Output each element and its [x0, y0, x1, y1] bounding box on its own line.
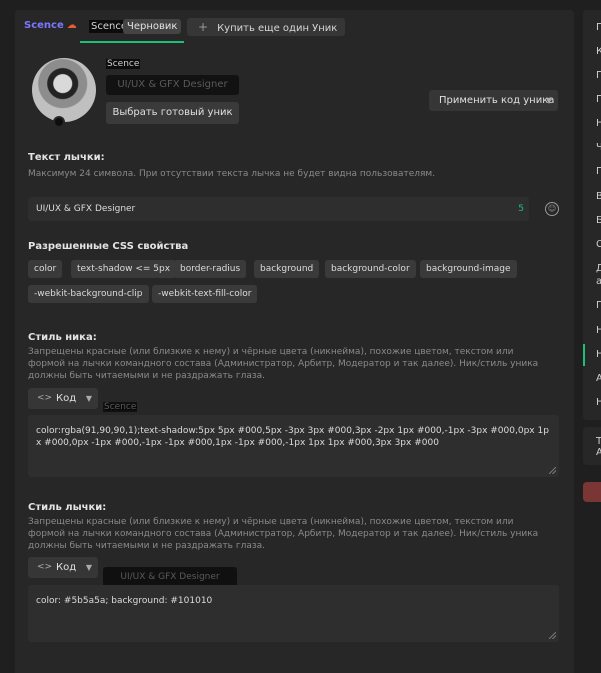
resize-handle[interactable]	[549, 467, 556, 474]
css-props-label: Разрешенные CSS свойства	[28, 241, 189, 252]
nick-style-preview: Scence	[103, 402, 138, 412]
nick-style-label: Стиль ника:	[28, 332, 97, 343]
plus-icon: +	[198, 20, 209, 34]
sidebar-item[interactable]: Ч	[596, 142, 601, 153]
badge-text-label: Текст лычки:	[28, 152, 105, 163]
chevron-down-icon: ▼	[85, 394, 92, 403]
unique-editor-panel: Scence ☁ Scence Черновик + Купить еще один…	[15, 10, 574, 673]
badge-style-label: Стиль лычки:	[28, 502, 107, 513]
emoji-icon[interactable]: ☺	[545, 202, 559, 216]
sidebar-card: Т А	[583, 427, 601, 465]
sidebar-item[interactable]: П	[596, 70, 601, 81]
logo: Scence ☁	[24, 20, 77, 31]
code-icon: <>	[37, 393, 53, 403]
css-prop-chip: background-color	[325, 260, 416, 278]
chevron-down-icon: ▼	[85, 563, 92, 572]
sidebar-item[interactable]: Н	[596, 349, 601, 360]
css-prop-chip: color	[28, 260, 63, 278]
avatar[interactable]	[32, 58, 96, 122]
apply-unique-code-button[interactable]: Применить код уника ▼	[429, 90, 558, 111]
nick-style-code-input[interactable]: color:rgba(91,90,90,1);text-shadow:5px 5…	[28, 415, 559, 477]
sidebar-item[interactable]: а	[596, 276, 601, 287]
sidebar-item[interactable]: А	[596, 373, 601, 384]
sidebar-item[interactable]: В	[596, 191, 601, 202]
badge-code-toggle[interactable]: <> Код ▼	[28, 557, 98, 578]
soundcloud-icon: ☁	[66, 20, 77, 31]
sidebar-item[interactable]: Н	[596, 397, 601, 408]
css-prop-chip: background	[254, 260, 320, 278]
sidebar-item[interactable]: Д	[596, 263, 601, 274]
sidebar-item[interactable]: П	[596, 22, 601, 33]
sidebar-item[interactable]: Б	[596, 215, 601, 226]
sidebar-item[interactable]: К	[596, 46, 601, 57]
user-title-preview: UI/UX & GFX Designer	[106, 75, 239, 95]
resize-handle[interactable]	[549, 632, 556, 639]
tab-draft[interactable]: Scence Черновик	[80, 15, 184, 43]
chevron-down-icon: ▼	[545, 96, 552, 105]
sidebar-card-line: Т	[596, 436, 601, 447]
sidebar-card-line: А	[596, 447, 601, 458]
code-icon: <>	[37, 562, 53, 572]
badge-text-input[interactable]: UI/UX & GFX Designer 5	[28, 197, 529, 221]
active-indicator	[583, 344, 585, 366]
sidebar-item[interactable]: П	[596, 300, 601, 311]
status-dot	[53, 116, 65, 128]
nick-style-hint: Запрещены красные (или близкие к нему) и…	[28, 347, 539, 381]
char-counter: 5	[518, 204, 524, 214]
css-prop-chip: -webkit-text-fill-color	[152, 285, 258, 303]
badge-style-code-input[interactable]: color: #5b5a5a; background: #101010	[28, 585, 559, 642]
sidebar-item[interactable]: П	[596, 94, 601, 105]
choose-ready-unique-button[interactable]: Выбрать готовый уник	[106, 102, 239, 124]
nick-code-toggle[interactable]: <> Код ▼	[28, 388, 98, 409]
buy-unique-button[interactable]: + Купить еще один Уник	[187, 18, 346, 36]
badge-text-hint: Максимум 24 символа. При отсутствии текс…	[28, 169, 436, 179]
css-prop-chip: background-image	[420, 260, 517, 278]
sidebar-red-button[interactable]	[583, 482, 601, 502]
css-prop-chip: -webkit-background-clip	[28, 285, 149, 303]
nickname-preview: Scence	[106, 59, 141, 69]
draft-badge: Черновик	[123, 19, 182, 34]
sidebar-item[interactable]: Н	[596, 118, 601, 129]
sidebar-item[interactable]: С	[596, 239, 601, 250]
css-prop-chip: border-radius	[174, 260, 247, 278]
sidebar-menu: П К П П Н Ч П В Б С Д а П Н Н А Н	[583, 10, 601, 420]
badge-style-hint: Запрещены красные (или близкие к нему) и…	[28, 517, 539, 551]
sidebar-item[interactable]: П	[596, 166, 601, 177]
badge-style-preview: UI/UX & GFX Designer	[103, 567, 237, 587]
sidebar-item[interactable]: Н	[596, 325, 601, 336]
css-prop-chip: text-shadow <= 5px	[71, 260, 177, 278]
